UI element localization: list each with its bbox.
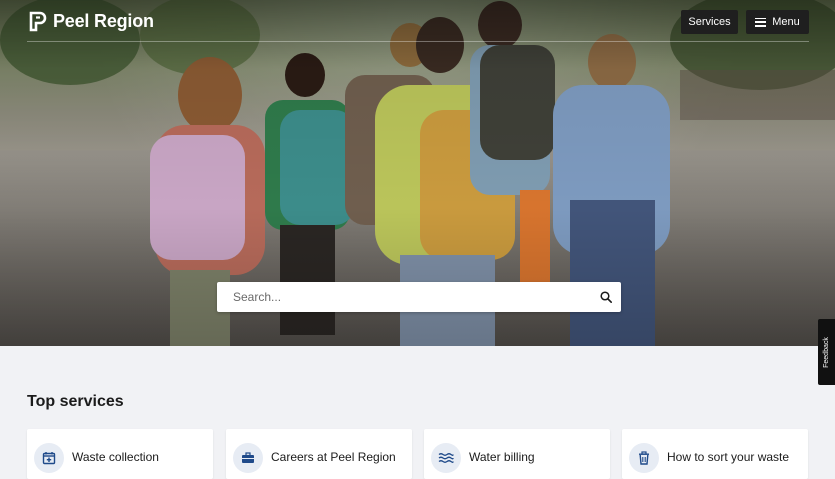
- header-divider: [27, 41, 809, 42]
- feedback-label: Feedback: [823, 336, 830, 368]
- menu-button-label: Menu: [772, 16, 800, 28]
- service-card-label: Water billing: [469, 450, 535, 464]
- service-card-water-billing[interactable]: Water billing: [424, 429, 610, 479]
- service-card-sort-waste[interactable]: How to sort your waste: [622, 429, 808, 479]
- service-card-careers[interactable]: Careers at Peel Region: [226, 429, 412, 479]
- service-card-label: Careers at Peel Region: [271, 450, 396, 464]
- service-card-label: Waste collection: [72, 450, 159, 464]
- search-icon[interactable]: [600, 291, 612, 303]
- search-bar: [217, 282, 621, 312]
- search-input[interactable]: [231, 282, 600, 312]
- services-button[interactable]: Services: [681, 10, 738, 34]
- hamburger-icon: [755, 17, 767, 27]
- service-card-waste-collection[interactable]: Waste collection: [27, 429, 213, 479]
- site-logo[interactable]: Peel Region: [29, 11, 154, 32]
- menu-button[interactable]: Menu: [746, 10, 809, 34]
- feedback-tab[interactable]: Feedback: [818, 319, 835, 385]
- service-card-label: How to sort your waste: [667, 450, 790, 464]
- top-services-title: Top services: [27, 393, 124, 410]
- logo-text: Peel Region: [53, 11, 154, 31]
- peel-logo-icon: [29, 11, 47, 32]
- services-button-label: Services: [688, 16, 731, 28]
